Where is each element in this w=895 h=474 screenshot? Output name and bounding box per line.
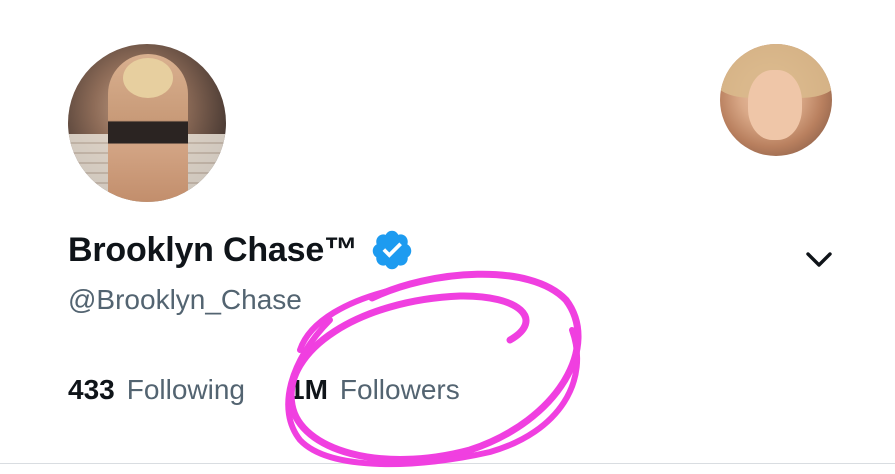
followers-count: 1M [289,374,328,405]
display-name: Brooklyn Chase™ [68,230,358,269]
section-divider [0,463,895,464]
name-row: Brooklyn Chase™ [68,226,414,274]
current-user-avatar[interactable] [720,44,832,156]
chevron-down-icon[interactable] [804,248,834,272]
following-link[interactable]: 433 Following [68,374,245,406]
verified-badge-icon[interactable] [370,228,414,272]
following-label: Following [126,374,245,405]
profile-header: Brooklyn Chase™ @Brooklyn_Chase 433 Foll… [0,0,895,474]
followers-label: Followers [339,374,460,405]
followers-link[interactable]: 1M Followers [289,374,460,406]
small-avatar-face [748,70,802,140]
following-count: 433 [68,374,115,405]
profile-stats: 433 Following 1M Followers [68,370,460,410]
avatar-hair [123,58,173,98]
profile-handle: @Brooklyn_Chase [68,284,302,315]
profile-avatar[interactable] [68,44,226,202]
